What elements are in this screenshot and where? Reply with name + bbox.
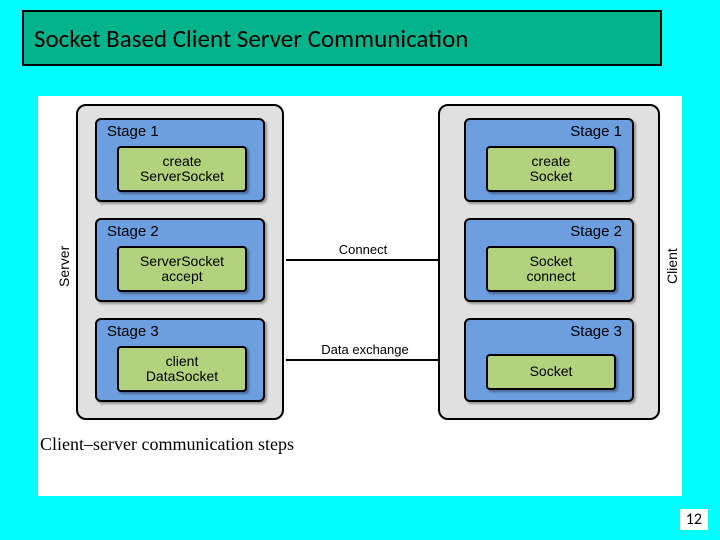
block-line: ServerSocket xyxy=(119,169,245,184)
stage-label: Stage 1 xyxy=(107,123,159,140)
server-stage-3: Stage 3 client DataSocket xyxy=(95,318,265,402)
connector-line-data-exchange xyxy=(286,359,438,361)
stage-label: Stage 2 xyxy=(107,223,159,240)
client-stage-2: Stage 2 Socket connect xyxy=(464,218,634,302)
client-stage-3-block: Socket xyxy=(486,354,616,390)
block-line: accept xyxy=(119,269,245,284)
client-container: Stage 1 create Socket Stage 2 Socket con… xyxy=(438,104,660,420)
block-line: Socket xyxy=(488,169,614,184)
title-bar: Socket Based Client Server Communication xyxy=(22,10,662,66)
block-line: ServerSocket xyxy=(119,254,245,269)
client-stage-1: Stage 1 create Socket xyxy=(464,118,634,202)
stage-label: Stage 3 xyxy=(570,323,622,340)
server-stage-2: Stage 2 ServerSocket accept xyxy=(95,218,265,302)
connector-label-data-exchange: Data exchange xyxy=(310,342,420,357)
server-vertical-label: Server xyxy=(56,236,72,296)
block-line: DataSocket xyxy=(119,369,245,384)
server-stage-3-block: client DataSocket xyxy=(117,346,247,392)
page-number: 12 xyxy=(680,509,708,530)
client-vertical-label: Client xyxy=(664,236,680,296)
block-line: create xyxy=(488,154,614,169)
server-container: Stage 1 create ServerSocket Stage 2 Serv… xyxy=(76,104,284,420)
block-line: create xyxy=(119,154,245,169)
block-line: connect xyxy=(488,269,614,284)
block-line: Socket xyxy=(488,254,614,269)
diagram-area: Server Client Stage 1 create ServerSocke… xyxy=(38,96,682,496)
connector-label-connect: Connect xyxy=(328,242,398,257)
client-stage-2-block: Socket connect xyxy=(486,246,616,292)
server-stage-1-block: create ServerSocket xyxy=(117,146,247,192)
client-stage-1-block: create Socket xyxy=(486,146,616,192)
stage-label: Stage 1 xyxy=(570,123,622,140)
figure-caption: Client–server communication steps xyxy=(40,434,294,455)
connector-line-connect xyxy=(286,259,438,261)
stage-label: Stage 3 xyxy=(107,323,159,340)
slide-title: Socket Based Client Server Communication xyxy=(34,23,468,54)
block-line: client xyxy=(119,354,245,369)
block-line: Socket xyxy=(488,364,614,379)
server-stage-2-block: ServerSocket accept xyxy=(117,246,247,292)
stage-label: Stage 2 xyxy=(570,223,622,240)
client-stage-3: Stage 3 Socket xyxy=(464,318,634,402)
server-stage-1: Stage 1 create ServerSocket xyxy=(95,118,265,202)
